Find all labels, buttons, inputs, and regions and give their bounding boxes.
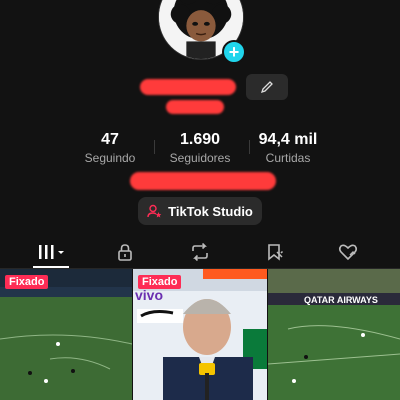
tab-private[interactable] (95, 238, 155, 266)
stat-likes-value: 94,4 mil (258, 131, 318, 148)
tab-favorites[interactable] (245, 238, 305, 266)
stat-likes[interactable]: 94,4 mil Curtidas (238, 130, 338, 165)
lock-icon (118, 244, 132, 261)
bookmark-icon (268, 244, 284, 261)
stadium-ad-text: QATAR AIRWAYS (304, 295, 378, 305)
redacted-bio (130, 172, 276, 190)
tab-reposts[interactable] (170, 238, 230, 266)
video-thumbnail[interactable]: Fixado vivo (133, 269, 267, 400)
tab-liked[interactable] (318, 238, 378, 266)
stat-followers-value: 1.690 (179, 131, 221, 148)
video-grid: Fixado Fixado vivo QATAR AIRWAYS (0, 269, 400, 400)
pinned-badge: Fixado (5, 275, 49, 289)
profile-stats: 47 Seguindo 1.690 Seguidores 94,4 mil Cu… (0, 130, 400, 166)
stat-followers[interactable]: 1.690 Seguidores (150, 130, 250, 165)
video-thumbnail[interactable]: QATAR AIRWAYS (268, 269, 400, 400)
profile-tabs (0, 238, 400, 268)
tiktok-studio-label: TikTok Studio (168, 203, 253, 219)
edit-profile-button[interactable] (246, 74, 288, 100)
video-thumbnail[interactable]: Fixado (0, 269, 132, 400)
pencil-icon (260, 81, 273, 94)
tab-videos[interactable] (22, 238, 82, 266)
tiktok-studio-button[interactable]: TikTok Studio (138, 197, 262, 225)
repost-icon (192, 243, 208, 261)
redacted-username (166, 100, 224, 114)
grid-icon (39, 245, 64, 259)
liked-heart-icon (338, 244, 358, 261)
person-star-icon (147, 204, 162, 217)
pinned-badge: Fixado (138, 275, 182, 289)
add-story-plus-icon[interactable]: + (222, 40, 246, 64)
stat-following-label: Seguindo (84, 151, 136, 165)
profile-avatar-container[interactable]: + (158, 0, 246, 64)
sponsor-text: vivo (135, 287, 164, 303)
stat-likes-label: Curtidas (265, 151, 311, 165)
soccer-field-thumbnail (268, 269, 400, 400)
stat-following-value: 47 (101, 131, 119, 148)
stat-following[interactable]: 47 Seguindo (60, 130, 160, 165)
stat-followers-label: Seguidores (169, 151, 231, 165)
redacted-display-name (140, 79, 236, 95)
